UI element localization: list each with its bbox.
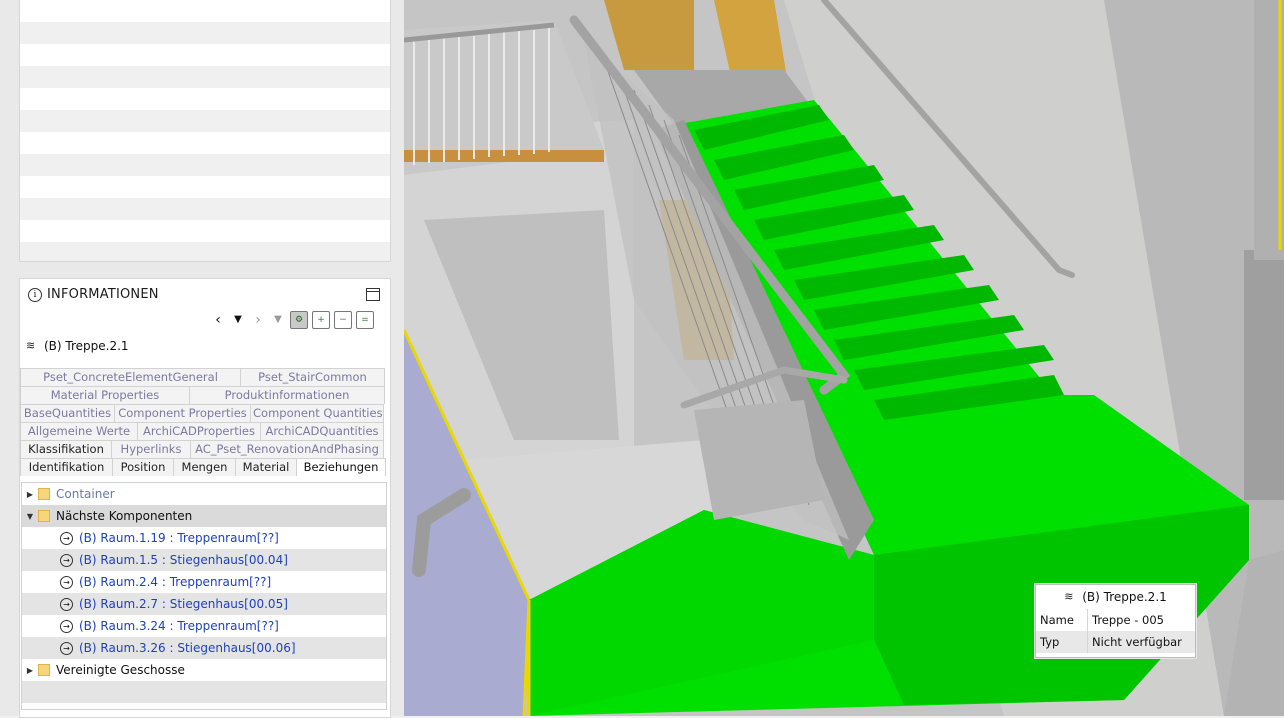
- info-icon: i: [28, 287, 42, 302]
- tooltip-key: Name: [1036, 609, 1088, 631]
- list-row[interactable]: [20, 88, 390, 110]
- tree-node-naechste-komponenten[interactable]: ▼ Nächste Komponenten: [22, 505, 386, 527]
- link-selection-icon[interactable]: ⚙: [290, 311, 308, 329]
- tab-basequantities[interactable]: BaseQuantities: [20, 404, 115, 422]
- tab-component-quantities[interactable]: Component Quantities: [250, 404, 384, 422]
- tree-node-vereinigte-geschosse[interactable]: ▶ Vereinigte Geschosse: [22, 659, 386, 681]
- list-row[interactable]: [20, 110, 390, 132]
- list-item[interactable]: → (B) Raum.3.24 : Treppenraum[??]: [22, 615, 386, 637]
- folder-icon: [38, 510, 50, 522]
- list-row[interactable]: [20, 242, 390, 261]
- tab-mengen[interactable]: Mengen: [173, 458, 236, 476]
- information-panel: i INFORMATIONEN ‹ ▼ › ▼ ⚙ + − = ≋ (B) Tr…: [19, 278, 391, 718]
- add-group-icon[interactable]: +: [312, 311, 330, 329]
- tree-empty-row: [22, 681, 386, 703]
- panel-title: INFORMATIONEN: [47, 287, 159, 302]
- list-item[interactable]: → (B) Raum.2.7 : Stiegenhaus[00.05]: [22, 593, 386, 615]
- node-label: Vereinigte Geschosse: [56, 663, 185, 677]
- tab-pset-concrete[interactable]: Pset_ConcreteElementGeneral: [20, 368, 241, 386]
- relation-icon: →: [60, 553, 73, 567]
- node-label: Container: [56, 487, 115, 501]
- tooltip-key: Typ: [1036, 631, 1088, 653]
- list-row[interactable]: [20, 0, 390, 22]
- relation-icon: →: [60, 531, 73, 545]
- collapse-arrow-icon[interactable]: ▼: [22, 512, 38, 521]
- folder-icon: [38, 488, 50, 500]
- node-label: Nächste Komponenten: [56, 509, 193, 523]
- tab-hyperlinks[interactable]: Hyperlinks: [111, 440, 191, 458]
- tab-beziehungen[interactable]: Beziehungen: [296, 458, 386, 476]
- folder-icon: [38, 664, 50, 676]
- relation-icon: →: [60, 641, 73, 655]
- relation-link[interactable]: (B) Raum.3.24 : Treppenraum[??]: [79, 619, 279, 633]
- list-row[interactable]: [20, 22, 390, 44]
- tab-allgemeine-werte[interactable]: Allgemeine Werte: [20, 422, 138, 440]
- forward-dropdown-button[interactable]: ▼: [270, 311, 286, 329]
- tooltip-header: ≋ (B) Treppe.2.1: [1036, 585, 1195, 609]
- relation-icon: →: [60, 597, 73, 611]
- remove-group-icon[interactable]: −: [334, 311, 352, 329]
- list-row[interactable]: [20, 132, 390, 154]
- list-row[interactable]: [20, 44, 390, 66]
- tab-pset-stair[interactable]: Pset_StairCommon: [240, 368, 385, 386]
- tooltip-row: Name Treppe - 005: [1036, 609, 1195, 631]
- tab-archicad-quantities[interactable]: ArchiCADQuantities: [260, 422, 384, 440]
- list-item[interactable]: → (B) Raum.3.26 : Stiegenhaus[00.06]: [22, 637, 386, 659]
- property-tabs: Pset_ConcreteElementGeneral Pset_StairCo…: [20, 368, 386, 476]
- tab-material[interactable]: Material: [235, 458, 297, 476]
- list-item[interactable]: → (B) Raum.1.5 : Stiegenhaus[00.04]: [22, 549, 386, 571]
- tooltip-value: Treppe - 005: [1092, 613, 1164, 627]
- list-item[interactable]: → (B) Raum.2.4 : Treppenraum[??]: [22, 571, 386, 593]
- stair-object-icon: ≋: [1064, 590, 1074, 603]
- window-toggle-icon[interactable]: [366, 288, 380, 301]
- list-row[interactable]: [20, 176, 390, 198]
- collapse-group-icon[interactable]: =: [356, 311, 374, 329]
- tree-node-container[interactable]: ▶ Container: [22, 483, 386, 505]
- forward-button[interactable]: ›: [250, 311, 266, 329]
- list-row[interactable]: [20, 66, 390, 88]
- relations-tree: ▶ Container ▼ Nächste Komponenten → (B) …: [21, 482, 387, 710]
- history-dropdown-button[interactable]: ▼: [230, 311, 246, 329]
- tooltip-row: Typ Nicht verfügbar: [1036, 631, 1195, 653]
- hover-tooltip: ≋ (B) Treppe.2.1 Name Treppe - 005 Typ N…: [1035, 584, 1196, 658]
- tab-produktinformationen[interactable]: Produktinformationen: [189, 386, 385, 404]
- relation-link[interactable]: (B) Raum.1.19 : Treppenraum[??]: [79, 531, 279, 545]
- upper-list-panel: [19, 0, 391, 262]
- tab-component-properties[interactable]: Component Properties: [114, 404, 251, 422]
- tab-klassifikation[interactable]: Klassifikation: [20, 440, 112, 458]
- relation-link[interactable]: (B) Raum.2.4 : Treppenraum[??]: [79, 575, 271, 589]
- navigation-toolbar: ‹ ▼ › ▼ ⚙ + − =: [210, 309, 374, 331]
- tooltip-value: Nicht verfügbar: [1092, 635, 1182, 649]
- selected-object-title: ≋ (B) Treppe.2.1: [26, 339, 129, 353]
- tab-renovation-phasing[interactable]: AC_Pset_RenovationAndPhasing: [190, 440, 384, 458]
- expand-arrow-icon[interactable]: ▶: [22, 666, 38, 675]
- relation-icon: →: [60, 575, 73, 589]
- object-name: (B) Treppe.2.1: [44, 339, 129, 353]
- tooltip-title: (B) Treppe.2.1: [1082, 590, 1167, 604]
- tab-position[interactable]: Position: [112, 458, 174, 476]
- relation-icon: →: [60, 619, 73, 633]
- back-button[interactable]: ‹: [210, 311, 226, 329]
- tab-identifikation[interactable]: Identifikation: [20, 458, 113, 476]
- stair-object-icon: ≋: [26, 339, 36, 352]
- list-item[interactable]: → (B) Raum.1.19 : Treppenraum[??]: [22, 527, 386, 549]
- relation-link[interactable]: (B) Raum.3.26 : Stiegenhaus[00.06]: [79, 641, 296, 655]
- list-row[interactable]: [20, 198, 390, 220]
- list-row[interactable]: [20, 220, 390, 242]
- expand-arrow-icon[interactable]: ▶: [22, 490, 38, 499]
- panel-header: i INFORMATIONEN: [28, 287, 159, 302]
- list-row[interactable]: [20, 154, 390, 176]
- left-panel: i INFORMATIONEN ‹ ▼ › ▼ ⚙ + − = ≋ (B) Tr…: [0, 0, 404, 718]
- tab-archicad-properties[interactable]: ArchiCADProperties: [137, 422, 261, 440]
- relation-link[interactable]: (B) Raum.1.5 : Stiegenhaus[00.04]: [79, 553, 288, 567]
- relation-link[interactable]: (B) Raum.2.7 : Stiegenhaus[00.05]: [79, 597, 288, 611]
- tab-material-properties[interactable]: Material Properties: [20, 386, 190, 404]
